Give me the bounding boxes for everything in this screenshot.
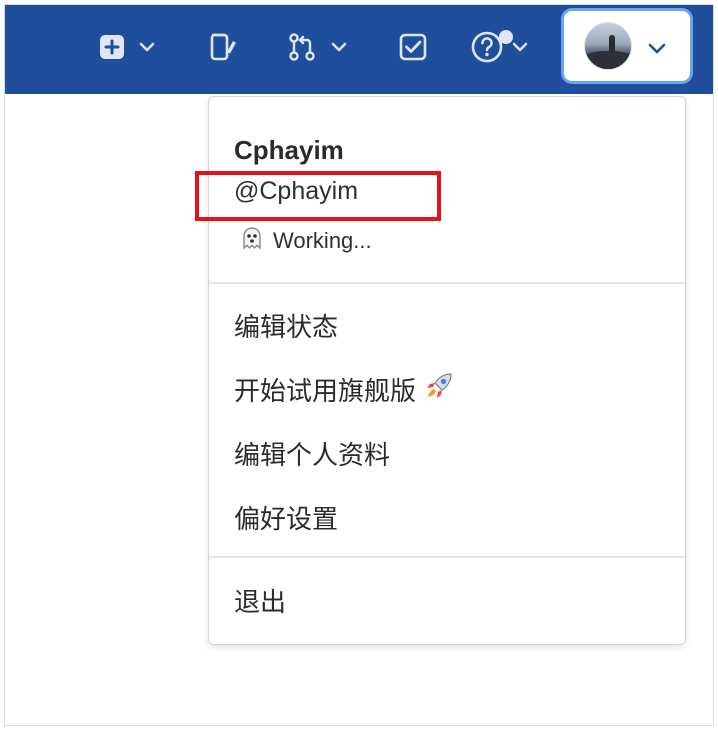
app-frame: Cphayim @Cphayim Working... 编辑状态 开始试用旗舰版	[4, 4, 714, 726]
issues-button[interactable]	[208, 27, 238, 67]
rocket-icon	[424, 371, 454, 408]
new-menu-button[interactable]	[99, 27, 155, 67]
user-handle: @Cphayim	[234, 177, 359, 205]
todo-checkbox-icon	[398, 32, 428, 62]
chevron-down-icon	[512, 42, 528, 52]
divider	[209, 282, 685, 284]
user-dropdown-menu: Cphayim @Cphayim Working... 编辑状态 开始试用旗舰版	[195, 96, 686, 645]
status-text: Working...	[273, 228, 372, 253]
menu-item-edit-profile[interactable]: 编辑个人资料	[234, 435, 390, 472]
sign-out-button[interactable]: 退出	[234, 582, 286, 619]
help-menu-button[interactable]	[470, 27, 528, 67]
todos-button[interactable]	[398, 27, 428, 67]
ghost-icon	[239, 225, 265, 257]
menu-item-label: 偏好设置	[234, 504, 339, 534]
chevron-down-icon	[331, 42, 347, 52]
plus-square-icon	[99, 34, 125, 60]
menu-item-start-trial[interactable]: 开始试用旗舰版	[234, 371, 454, 408]
user-status: Working...	[239, 225, 372, 257]
top-navbar	[5, 5, 713, 94]
chevron-down-icon	[648, 41, 666, 59]
menu-item-edit-status[interactable]: 编辑状态	[234, 307, 338, 344]
sign-out-label: 退出	[234, 587, 287, 617]
menu-item-label: 编辑状态	[234, 312, 339, 342]
help-icon	[470, 30, 513, 64]
menu-item-label: 开始试用旗舰版	[234, 376, 417, 406]
merge-requests-button[interactable]	[287, 27, 347, 67]
divider	[209, 556, 685, 558]
merge-request-icon	[287, 32, 317, 62]
notification-dot	[499, 30, 513, 44]
menu-item-label: 编辑个人资料	[234, 440, 391, 470]
user-name: Cphayim	[234, 135, 344, 165]
chevron-down-icon	[139, 42, 155, 52]
menu-item-preferences[interactable]: 偏好设置	[234, 499, 338, 536]
avatar	[584, 22, 632, 70]
user-menu-button[interactable]	[564, 11, 690, 81]
issues-icon	[208, 32, 238, 62]
